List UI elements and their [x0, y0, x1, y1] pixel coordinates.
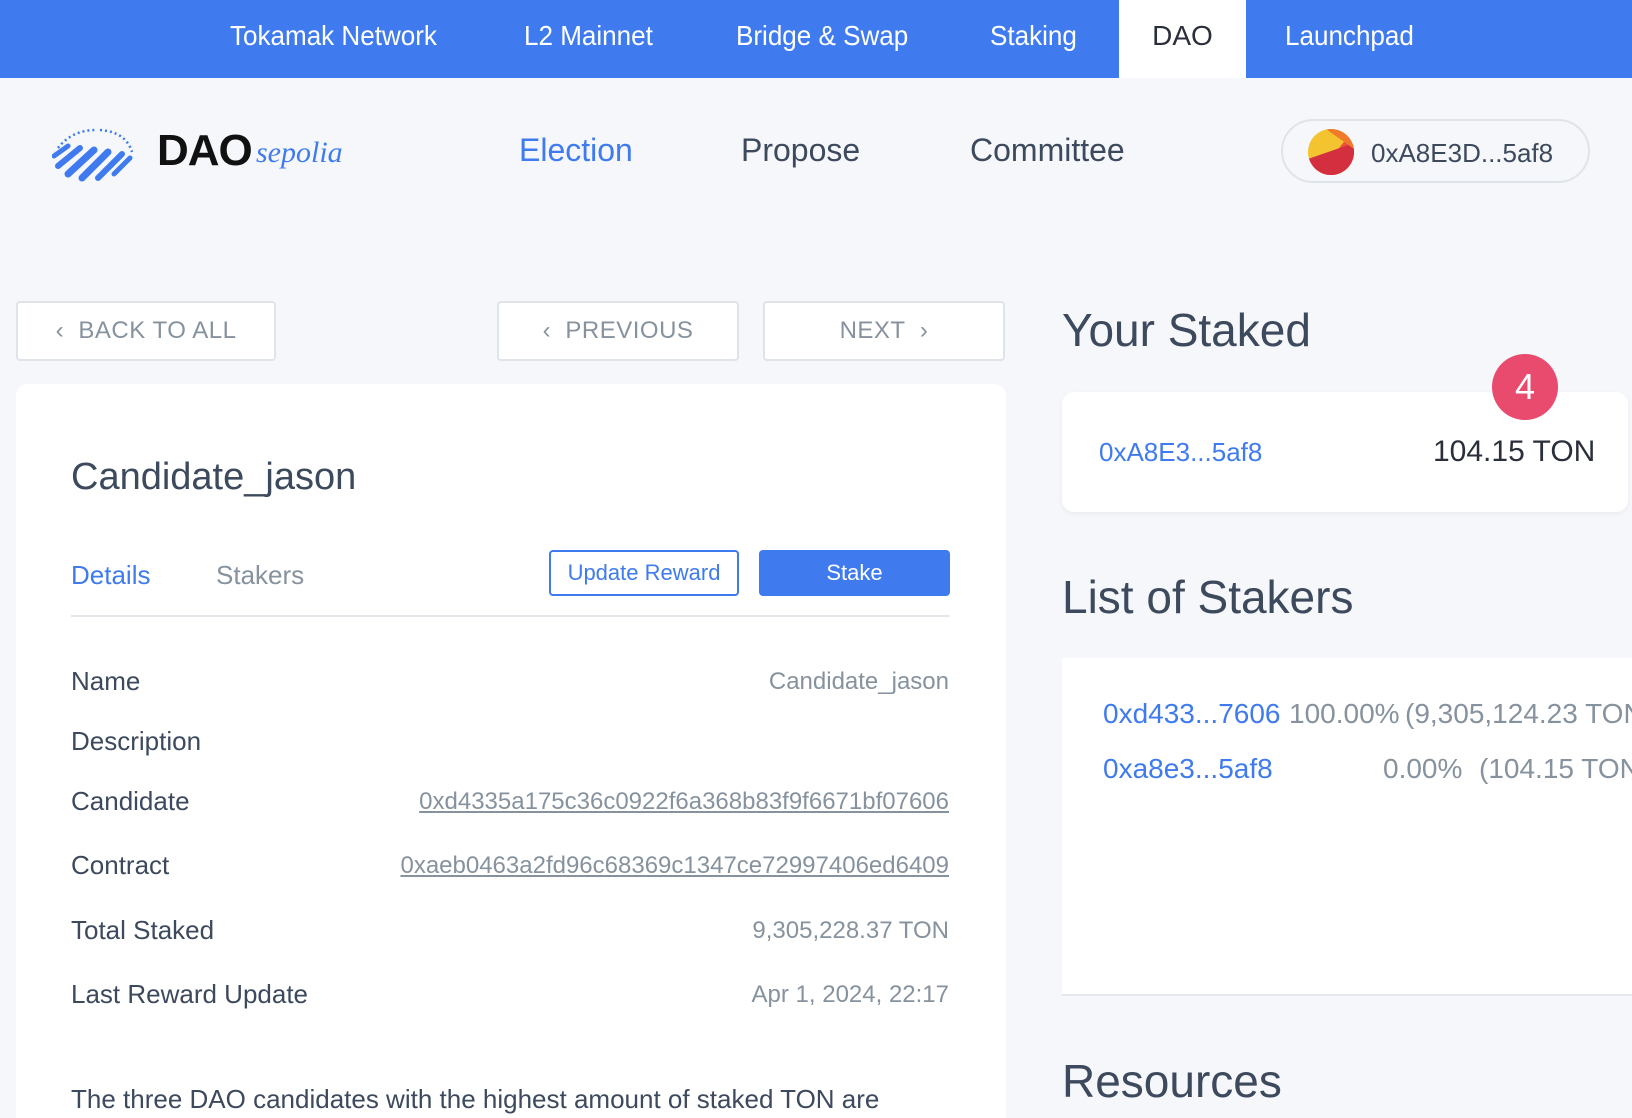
nav-committee[interactable]: Committee: [970, 132, 1125, 169]
next-label: NEXT: [839, 317, 906, 344]
update-reward-button[interactable]: Update Reward: [549, 550, 739, 596]
detail-value-last-reward-update: Apr 1, 2024, 22:17: [751, 981, 949, 1008]
chevron-right-icon: ›: [919, 317, 929, 344]
next-button[interactable]: NEXT ›: [763, 301, 1005, 361]
staker-percent: 0.00%: [1383, 753, 1463, 784]
your-staked-address[interactable]: 0xA8E3...5af8: [1099, 437, 1262, 468]
network-label: sepolia: [256, 136, 343, 169]
dao-logo-icon[interactable]: [52, 122, 136, 184]
detail-label-name: Name: [71, 666, 141, 696]
logo-text: DAO: [157, 126, 253, 175]
app-header: DAO sepolia Election Propose Committee 0…: [0, 78, 1632, 228]
back-to-all-label: BACK TO ALL: [78, 317, 237, 344]
detail-label-contract: Contract: [71, 850, 170, 880]
topnav-dao[interactable]: DAO: [1119, 0, 1246, 78]
previous-label: PREVIOUS: [565, 317, 694, 344]
staker-address[interactable]: 0xd433...7606: [1103, 698, 1281, 730]
detail-label-last-reward-update: Last Reward Update: [71, 979, 309, 1009]
tabs-divider: [71, 615, 950, 617]
detail-label-candidate: Candidate: [71, 786, 190, 816]
chevron-left-icon: ‹: [542, 317, 552, 344]
step-badge: 4: [1492, 354, 1558, 420]
wallet-button[interactable]: 0xA8E3D...5af8: [1281, 119, 1590, 183]
contract-address-link[interactable]: 0xaeb0463a2fd96c68369c1347ce72997406ed64…: [400, 852, 949, 880]
wallet-address: 0xA8E3D...5af8: [1371, 138, 1554, 168]
resources-title: Resources: [1062, 1055, 1282, 1107]
tab-details[interactable]: Details: [71, 560, 150, 591]
top-navbar: Tokamak Network L2 Mainnet Bridge & Swap…: [0, 0, 1632, 78]
previous-button[interactable]: ‹ PREVIOUS: [497, 301, 739, 361]
candidate-title: Candidate_jason: [71, 456, 357, 498]
detail-value-total-staked: 9,305,228.37 TON: [752, 917, 949, 944]
staker-amount: (9,305,124.23 TON: [1405, 698, 1632, 729]
stake-button[interactable]: Stake: [759, 550, 950, 596]
list-of-stakers-title: List of Stakers: [1062, 571, 1354, 623]
tab-stakers[interactable]: Stakers: [216, 560, 304, 591]
detail-value-name: Candidate_jason: [768, 668, 949, 695]
staker-address[interactable]: 0xa8e3...5af8: [1103, 753, 1273, 785]
wallet-avatar-icon: [1308, 129, 1354, 175]
back-to-all-button[interactable]: ‹ BACK TO ALL: [16, 301, 276, 361]
nav-propose[interactable]: Propose: [741, 132, 860, 169]
topnav-bridge-swap[interactable]: Bridge & Swap: [736, 0, 908, 78]
staker-percent: 100.00%: [1289, 698, 1400, 729]
topnav-l2-mainnet[interactable]: L2 Mainnet: [524, 0, 653, 78]
topnav-launchpad[interactable]: Launchpad: [1285, 0, 1414, 78]
your-staked-title: Your Staked: [1062, 304, 1311, 356]
nav-election[interactable]: Election: [519, 132, 633, 169]
detail-label-description: Description: [71, 726, 202, 756]
topnav-tokamak-network[interactable]: Tokamak Network: [230, 0, 437, 78]
your-staked-amount: 104.15 TON: [1433, 435, 1596, 468]
candidate-description-paragraph: The three DAO candidates with the highes…: [71, 1084, 880, 1114]
topnav-staking[interactable]: Staking: [990, 0, 1077, 78]
staker-amount: (104.15 TON: [1479, 753, 1632, 784]
candidate-address-link[interactable]: 0xd4335a175c36c0922f6a368b83f9f6671bf076…: [419, 788, 949, 816]
chevron-left-icon: ‹: [55, 317, 65, 344]
detail-label-total-staked: Total Staked: [71, 915, 215, 945]
